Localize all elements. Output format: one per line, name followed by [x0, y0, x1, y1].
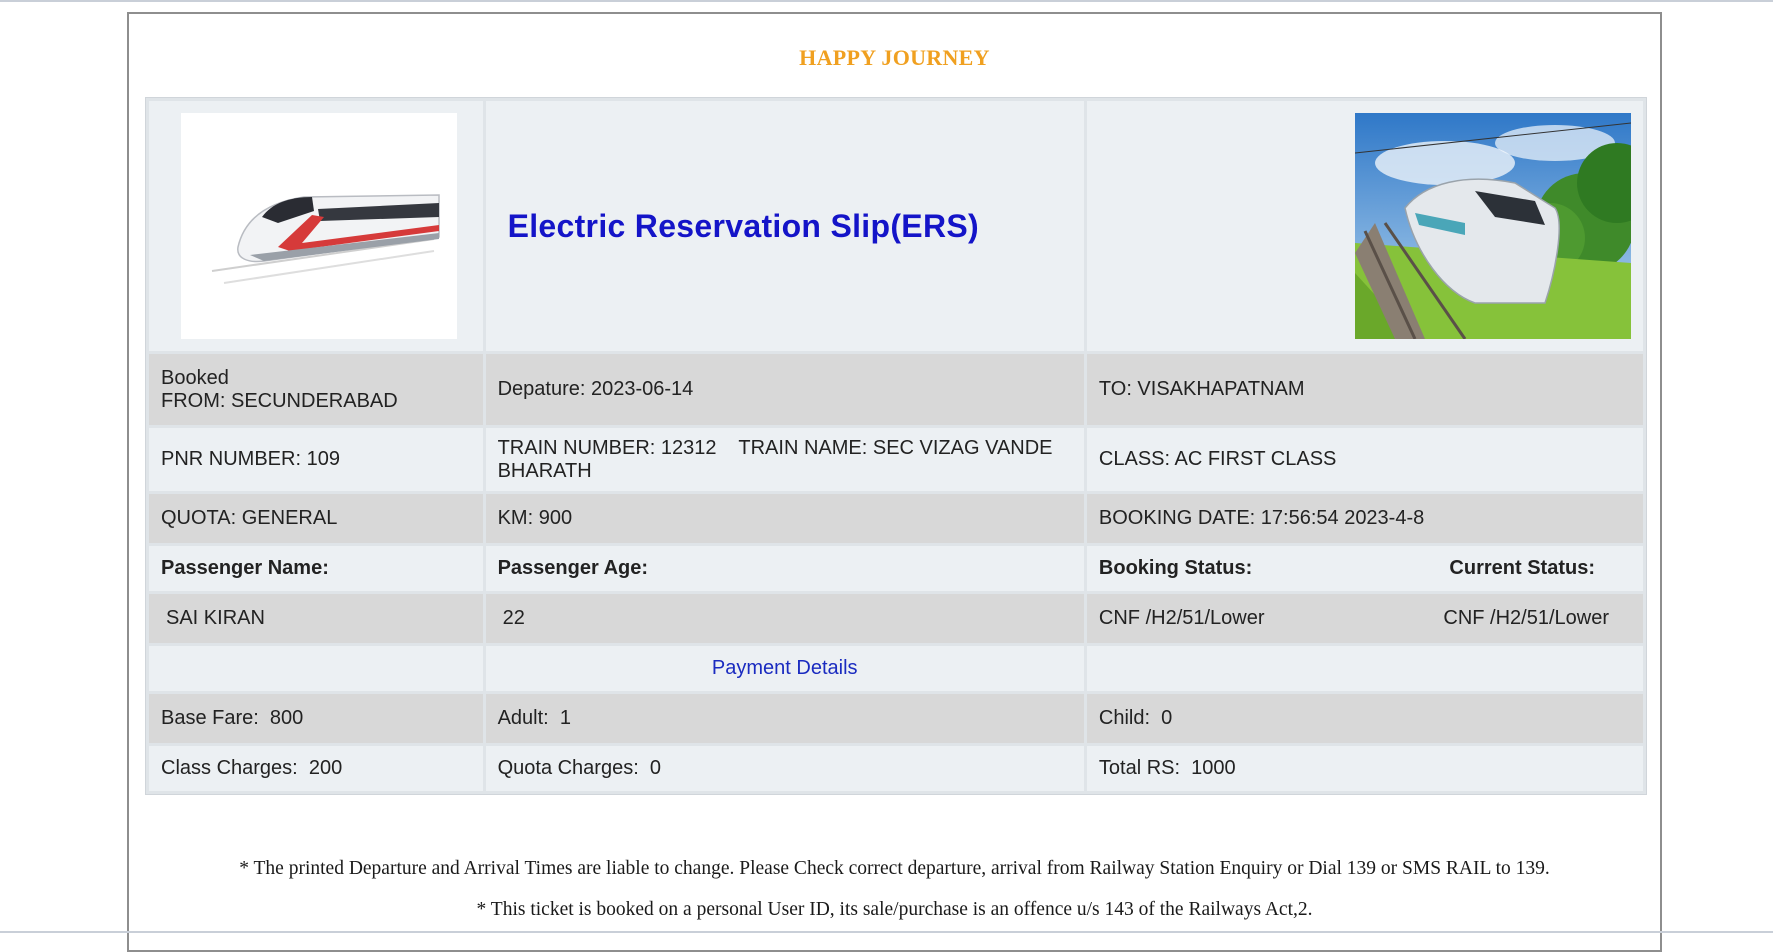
reservation-slip: HAPPY JOURNEY Electric Reservation Slip(…: [127, 12, 1662, 952]
booking-row: QUOTA: GENERAL KM: 900 BOOKING DATE: 17:…: [149, 494, 1643, 543]
train-number-name: TRAIN NUMBER: 12312 TRAIN NAME: SEC VIZA…: [485, 428, 1084, 491]
bullet-train-icon: [181, 113, 457, 339]
passenger-row: SAI KIRAN 22 CNF /H2/51/Lower CNF /H2/51…: [149, 594, 1643, 643]
current-status-header: Current Status:: [1449, 557, 1595, 579]
passenger-name-header: Passenger Name:: [149, 546, 483, 591]
note-personal-id: * This ticket is booked on a personal Us…: [476, 899, 1313, 920]
pnr-number: PNR NUMBER: 109: [149, 428, 483, 491]
booking-status-value: CNF /H2/51/Lower: [1098, 607, 1265, 629]
passenger-header-row: Passenger Name: Passenger Age: Booking S…: [149, 546, 1643, 591]
child-count: Child: 0: [1086, 694, 1643, 743]
train-landscape-photo: [1355, 113, 1631, 339]
fare-row: Base Fare: 800 Adult: 1 Child: 0: [149, 694, 1643, 743]
quota-charges: Quota Charges: 0: [485, 746, 1084, 791]
payment-details-heading: Payment Details: [485, 646, 1084, 691]
passenger-name: SAI KIRAN: [149, 594, 483, 643]
adult-count: Adult: 1: [485, 694, 1084, 743]
passenger-age-value: 22: [502, 607, 525, 629]
passenger-name-value: SAI KIRAN: [166, 607, 265, 629]
slip-title: Electric Reservation Slip(ERS): [507, 207, 979, 244]
payment-empty-right: [1086, 646, 1643, 691]
route-row: Booked FROM: SECUNDERABAD Depature: 2023…: [149, 354, 1643, 425]
booked-label: Booked: [161, 366, 229, 389]
booking-status-header: Booking Status:: [1098, 557, 1253, 579]
header-row: Electric Reservation Slip(ERS): [149, 101, 1643, 351]
current-status-value: CNF /H2/51/Lower: [1443, 607, 1609, 629]
base-fare: Base Fare: 800: [149, 694, 483, 743]
travel-class: CLASS: AC FIRST CLASS: [1086, 428, 1643, 491]
status-header-cell: Booking Status: Current Status:: [1086, 546, 1643, 591]
charges-row: Class Charges: 200 Quota Charges: 0 Tota…: [149, 746, 1643, 791]
booking-date: BOOKING DATE: 17:56:54 2023-4-8: [1086, 494, 1643, 543]
top-rule: [0, 0, 1773, 2]
title-cell: Electric Reservation Slip(ERS): [485, 101, 1084, 351]
note-departure-times: * The printed Departure and Arrival Time…: [239, 858, 1550, 879]
photo-cell: [1086, 101, 1643, 351]
class-charges: Class Charges: 200: [149, 746, 483, 791]
passenger-age: 22: [485, 594, 1084, 643]
route-from-cell: Booked FROM: SECUNDERABAD: [149, 354, 483, 425]
departure-date: Depature: 2023-06-14: [485, 354, 1084, 425]
logo-cell: [149, 101, 483, 351]
quota: QUOTA: GENERAL: [149, 494, 483, 543]
ticket-table: Electric Reservation Slip(ERS) Booked FR…: [145, 97, 1647, 795]
payment-empty-left: [149, 646, 483, 691]
passenger-age-header: Passenger Age:: [485, 546, 1084, 591]
ticket-notes: * The printed Departure and Arrival Time…: [129, 858, 1660, 940]
status-value-cell: CNF /H2/51/Lower CNF /H2/51/Lower: [1086, 594, 1643, 643]
payment-heading-row: Payment Details: [149, 646, 1643, 691]
from-station: FROM: SECUNDERABAD: [161, 389, 398, 412]
total-amount: Total RS: 1000: [1086, 746, 1643, 791]
to-station: TO: VISAKHAPATNAM: [1086, 354, 1643, 425]
greeting-heading: HAPPY JOURNEY: [799, 45, 990, 70]
distance-km: KM: 900: [485, 494, 1084, 543]
train-row: PNR NUMBER: 109 TRAIN NUMBER: 12312 TRAI…: [149, 428, 1643, 491]
